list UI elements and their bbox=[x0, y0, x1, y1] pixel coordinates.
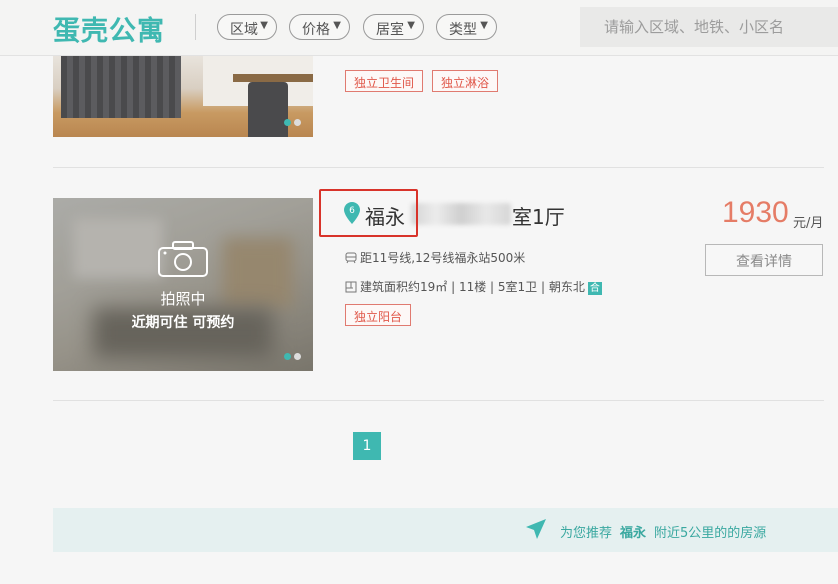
filter-region-label: 区域 bbox=[230, 22, 258, 38]
filter-price[interactable]: 价格 ▼ bbox=[289, 14, 350, 40]
page-button-current[interactable]: 1 bbox=[353, 432, 381, 460]
filter-region[interactable]: 区域 ▼ bbox=[217, 14, 277, 40]
recommend-prefix: 为您推荐 bbox=[560, 526, 613, 541]
carousel-dot[interactable] bbox=[294, 353, 301, 360]
filter-rooms-label: 居室 bbox=[376, 22, 404, 38]
subway-text: 距11号线,12号线福永站500米 bbox=[360, 251, 526, 265]
listing-price: 1930 bbox=[722, 196, 789, 229]
filter-type-label: 类型 bbox=[449, 22, 477, 38]
filter-price-label: 价格 bbox=[302, 22, 330, 38]
chevron-down-icon: ▼ bbox=[333, 20, 341, 31]
carousel-dot[interactable] bbox=[284, 119, 291, 126]
listing-photo[interactable] bbox=[53, 56, 313, 137]
carousel-dots[interactable] bbox=[284, 119, 301, 126]
divider bbox=[53, 400, 824, 401]
orientation-badge: 合 bbox=[587, 282, 602, 295]
feature-tag: 独立阳台 bbox=[345, 304, 412, 326]
specs-info: 建筑面积约19㎡ | 11楼 | 5室1卫 | 朝东北合 bbox=[345, 278, 602, 295]
recommend-text: 为您推荐 福永 附近5公里的的房源 bbox=[560, 522, 766, 541]
feature-tag: 独立淋浴 bbox=[432, 70, 499, 92]
redacted-text bbox=[411, 203, 511, 225]
view-details-button[interactable]: 查看详情 bbox=[705, 244, 823, 276]
navigation-arrow-icon bbox=[526, 519, 546, 539]
search-input[interactable] bbox=[580, 7, 838, 47]
photo-status: 拍照中 bbox=[160, 290, 206, 308]
listing-photo[interactable]: 拍照中 近期可住 可预约 bbox=[53, 198, 313, 371]
subway-info: 距11号线,12号线福永站500米 bbox=[345, 249, 525, 266]
photo-note: 近期可住 可预约 bbox=[131, 315, 235, 331]
annotation-highlight bbox=[319, 189, 418, 237]
carousel-dots[interactable] bbox=[284, 353, 301, 360]
table-image bbox=[233, 74, 313, 82]
price-unit: 元/月 bbox=[793, 216, 824, 231]
divider bbox=[53, 167, 824, 168]
filter-rooms[interactable]: 居室 ▼ bbox=[363, 14, 424, 40]
photo-overlay bbox=[53, 198, 313, 371]
recommend-bar[interactable]: 为您推荐 福永 附近5公里的的房源 bbox=[53, 508, 838, 552]
chair-image bbox=[248, 82, 288, 137]
chevron-down-icon: ▼ bbox=[480, 20, 488, 31]
feature-tag: 独立卫生间 bbox=[345, 70, 424, 92]
subway-icon bbox=[345, 252, 357, 264]
recommend-suffix: 附近5公里的的房源 bbox=[654, 526, 767, 541]
camera-icon bbox=[158, 241, 208, 277]
curtain-image bbox=[61, 56, 181, 118]
logo-divider bbox=[195, 14, 196, 40]
chevron-down-icon: ▼ bbox=[260, 20, 268, 31]
carousel-dot[interactable] bbox=[294, 119, 301, 126]
logo[interactable]: 蛋壳公寓 bbox=[53, 9, 165, 48]
filter-type[interactable]: 类型 ▼ bbox=[436, 14, 497, 40]
specs-text: 建筑面积约19㎡ | 11楼 | 5室1卫 | 朝东北 bbox=[360, 280, 585, 294]
listing-room-type[interactable]: 室1厅 bbox=[512, 201, 565, 230]
floorplan-icon bbox=[345, 281, 357, 293]
chevron-down-icon: ▼ bbox=[407, 20, 415, 31]
top-header: 蛋壳公寓 区域 ▼ 价格 ▼ 居室 ▼ 类型 ▼ bbox=[0, 0, 838, 56]
carousel-dot[interactable] bbox=[284, 353, 291, 360]
recommend-place[interactable]: 福永 bbox=[620, 526, 646, 541]
